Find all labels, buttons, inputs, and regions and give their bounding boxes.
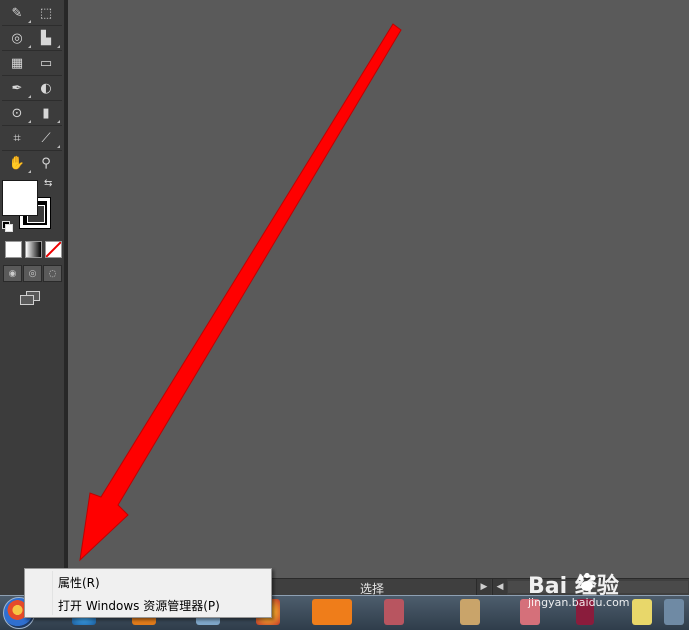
red-annotation-arrow bbox=[79, 23, 402, 562]
